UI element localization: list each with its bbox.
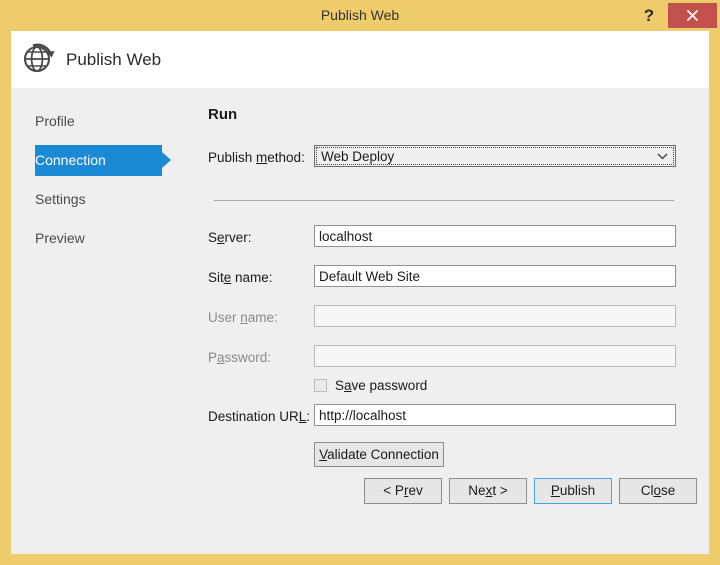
site-name-label: Site name:	[208, 270, 273, 285]
site-name-input[interactable]	[314, 265, 676, 287]
sidebar-item-profile[interactable]: Profile	[11, 106, 201, 137]
password-label: Password:	[208, 350, 272, 365]
server-input[interactable]	[314, 225, 676, 247]
site-name-row: Site name:	[208, 265, 688, 291]
globe-refresh-icon	[20, 40, 58, 78]
destination-url-label: Destination URL:	[208, 409, 311, 424]
password-row: Password:	[208, 345, 688, 371]
title-bar: Publish Web ?	[0, 0, 720, 31]
server-label: Server:	[208, 230, 252, 245]
sidebar-selection-arrow-icon	[162, 152, 171, 168]
next-button[interactable]: Next >	[449, 478, 527, 504]
sidebar-item-label: Connection	[35, 152, 106, 168]
sidebar-item-settings[interactable]: Settings	[11, 184, 201, 215]
user-name-row: User name:	[208, 305, 688, 331]
publish-method-value: Web Deploy	[321, 149, 395, 164]
sidebar-item-label: Preview	[35, 230, 85, 246]
password-input[interactable]	[314, 345, 676, 367]
close-icon	[686, 9, 699, 22]
close-button[interactable]	[668, 3, 717, 28]
publish-method-row: Publish method: Web Deploy	[208, 145, 688, 169]
close-dialog-button[interactable]: Close	[619, 478, 697, 504]
prev-button[interactable]: < Prev	[364, 478, 442, 504]
dialog-header-title: Publish Web	[66, 50, 162, 69]
connection-fields: Server: Site name: User name: Password:	[208, 225, 688, 383]
sidebar-item-preview[interactable]: Preview	[11, 223, 201, 254]
publish-button[interactable]: Publish	[534, 478, 612, 504]
user-name-label: User name:	[208, 310, 278, 325]
validate-connection-button[interactable]: Validate Connection	[314, 442, 444, 467]
main-pane: Run Publish method: Web Deploy Server: l…	[208, 106, 688, 467]
help-button[interactable]: ?	[635, 0, 663, 31]
dialog-client-area: Publish Web Profile Connection Settings …	[11, 31, 709, 554]
save-password-label: Save password	[335, 378, 428, 393]
dialog-footer: < Prev Next > Publish Close	[11, 478, 709, 518]
sidebar-nav: Profile Connection Settings Preview	[11, 106, 201, 262]
sidebar-item-label: Settings	[35, 191, 86, 207]
sidebar-item-connection[interactable]: Connection	[11, 145, 201, 176]
window-title: Publish Web	[320, 7, 400, 23]
save-password-checkbox[interactable]	[314, 379, 327, 392]
publish-web-dialog: Publish Web ? Publish Web Profile Connec…	[0, 0, 720, 565]
dialog-header: Publish Web	[11, 31, 709, 88]
sidebar-item-label: Profile	[35, 113, 75, 129]
section-title: Run	[208, 106, 238, 123]
destination-url-row: Destination URL:	[208, 404, 688, 430]
section-divider	[214, 200, 674, 201]
publish-method-select[interactable]: Web Deploy	[314, 145, 676, 167]
destination-url-input[interactable]	[314, 404, 676, 426]
chevron-down-icon	[657, 153, 668, 160]
server-row: Server:	[208, 225, 688, 251]
user-name-input[interactable]	[314, 305, 676, 327]
publish-method-label: Publish method:	[208, 150, 305, 165]
